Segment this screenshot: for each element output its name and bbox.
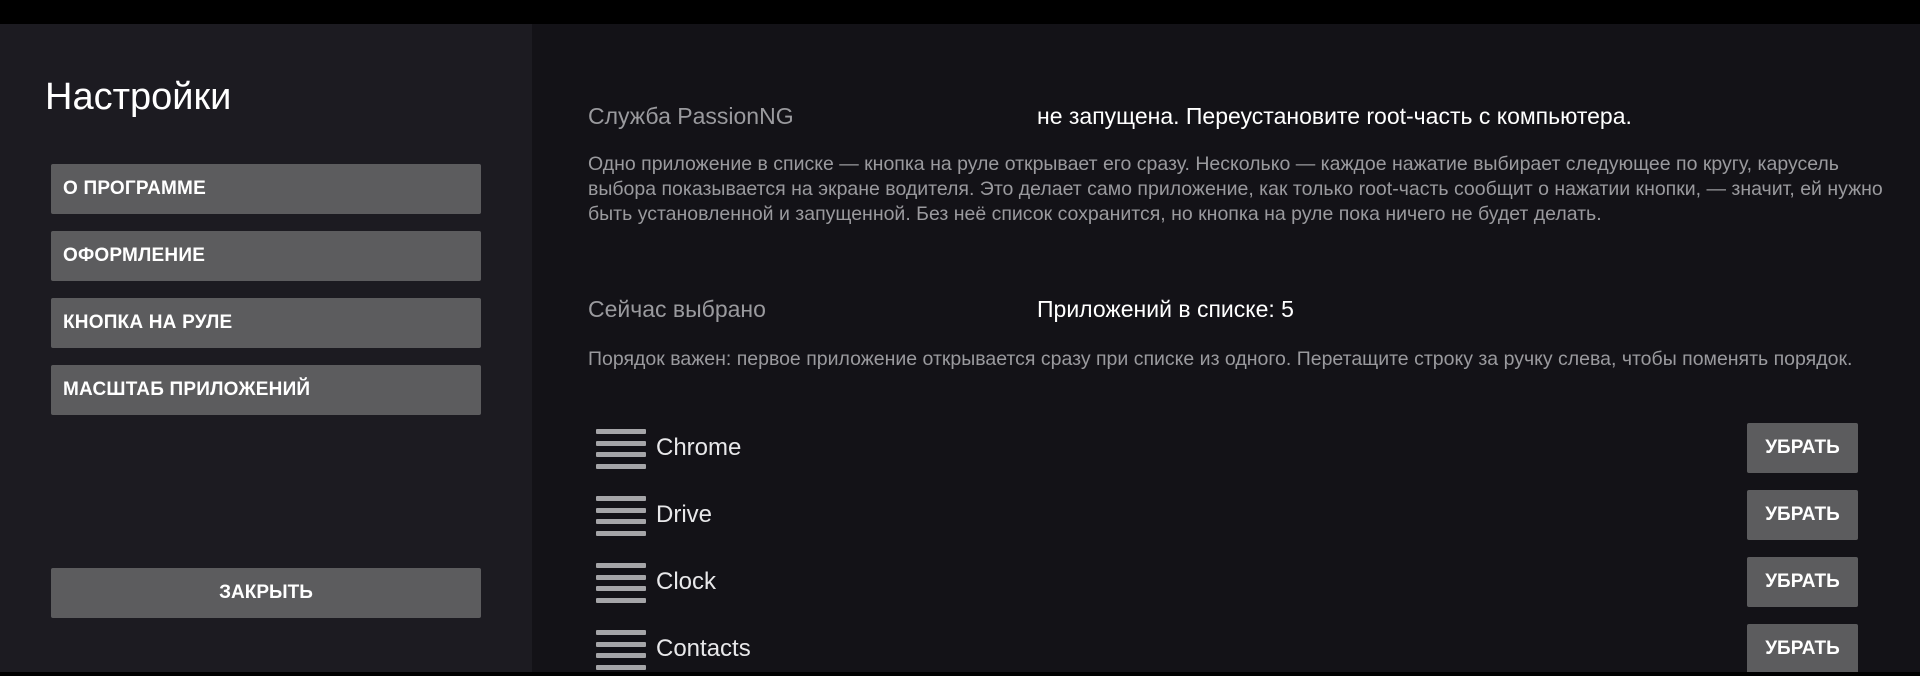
status-bar (0, 0, 1920, 24)
sidebar-title: Настройки (45, 76, 232, 118)
drag-handle-icon[interactable] (596, 496, 646, 536)
list-item: Clock УБРАТЬ (532, 557, 1920, 609)
service-description: Одно приложение в списке — кнопка на рул… (588, 153, 1883, 225)
nav-app-scale-button[interactable]: МАСШТАБ ПРИЛОЖЕНИЙ (51, 365, 481, 415)
drag-handle-icon[interactable] (596, 630, 646, 670)
remove-button[interactable]: УБРАТЬ (1747, 490, 1858, 540)
remove-button[interactable]: УБРАТЬ (1747, 423, 1858, 473)
selected-label: Сейчас выбрано (588, 296, 766, 322)
main-content: Служба PassionNG не запущена. Переустано… (532, 24, 1920, 672)
selected-count: Приложений в списке: 5 (1037, 296, 1294, 322)
order-description: Порядок важен: первое приложение открыва… (588, 348, 1853, 370)
list-item: Chrome УБРАТЬ (532, 423, 1920, 475)
app-name: Contacts (656, 635, 751, 662)
sidebar: Настройки О ПРОГРАММЕ ОФОРМЛЕНИЕ КНОПКА … (0, 24, 532, 672)
service-label: Служба PassionNG (588, 103, 794, 129)
list-item: Contacts УБРАТЬ (532, 624, 1920, 672)
bottom-edge (0, 672, 1920, 676)
app-name: Clock (656, 568, 717, 595)
app-name: Drive (656, 501, 713, 528)
drag-handle-icon[interactable] (596, 429, 646, 469)
nav-about-button[interactable]: О ПРОГРАММЕ (51, 164, 481, 214)
remove-button[interactable]: УБРАТЬ (1747, 624, 1858, 672)
nav-appearance-button[interactable]: ОФОРМЛЕНИЕ (51, 231, 481, 281)
service-status: не запущена. Переустановите root-часть с… (1037, 103, 1632, 129)
app-name: Chrome (656, 434, 742, 461)
remove-button[interactable]: УБРАТЬ (1747, 557, 1858, 607)
list-item: Drive УБРАТЬ (532, 490, 1920, 542)
drag-handle-icon[interactable] (596, 563, 646, 603)
close-button[interactable]: ЗАКРЫТЬ (51, 568, 481, 618)
nav-steering-button[interactable]: КНОПКА НА РУЛЕ (51, 298, 481, 348)
